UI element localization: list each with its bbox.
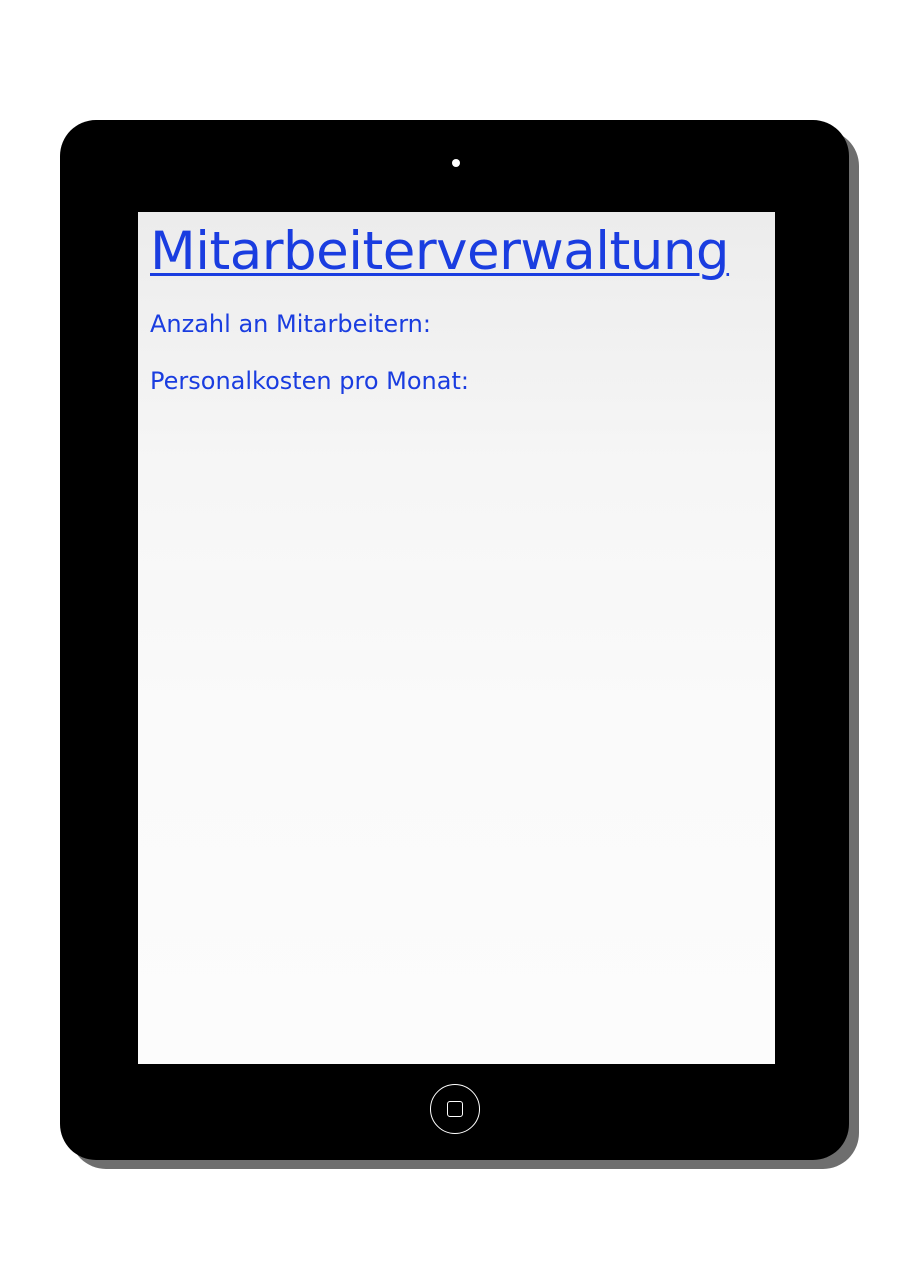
tablet-screen: Mitarbeiterverwaltung Anzahl an Mitarbei… (138, 212, 775, 1064)
home-button-icon (447, 1101, 463, 1117)
page-title[interactable]: Mitarbeiterverwaltung (150, 216, 730, 288)
camera-icon (452, 159, 460, 167)
home-button[interactable] (430, 1084, 480, 1134)
personnel-costs-label: Personalkosten pro Monat: (150, 367, 469, 395)
employee-count-label: Anzahl an Mitarbeitern: (150, 310, 431, 338)
tablet-frame: Mitarbeiterverwaltung Anzahl an Mitarbei… (60, 120, 849, 1160)
